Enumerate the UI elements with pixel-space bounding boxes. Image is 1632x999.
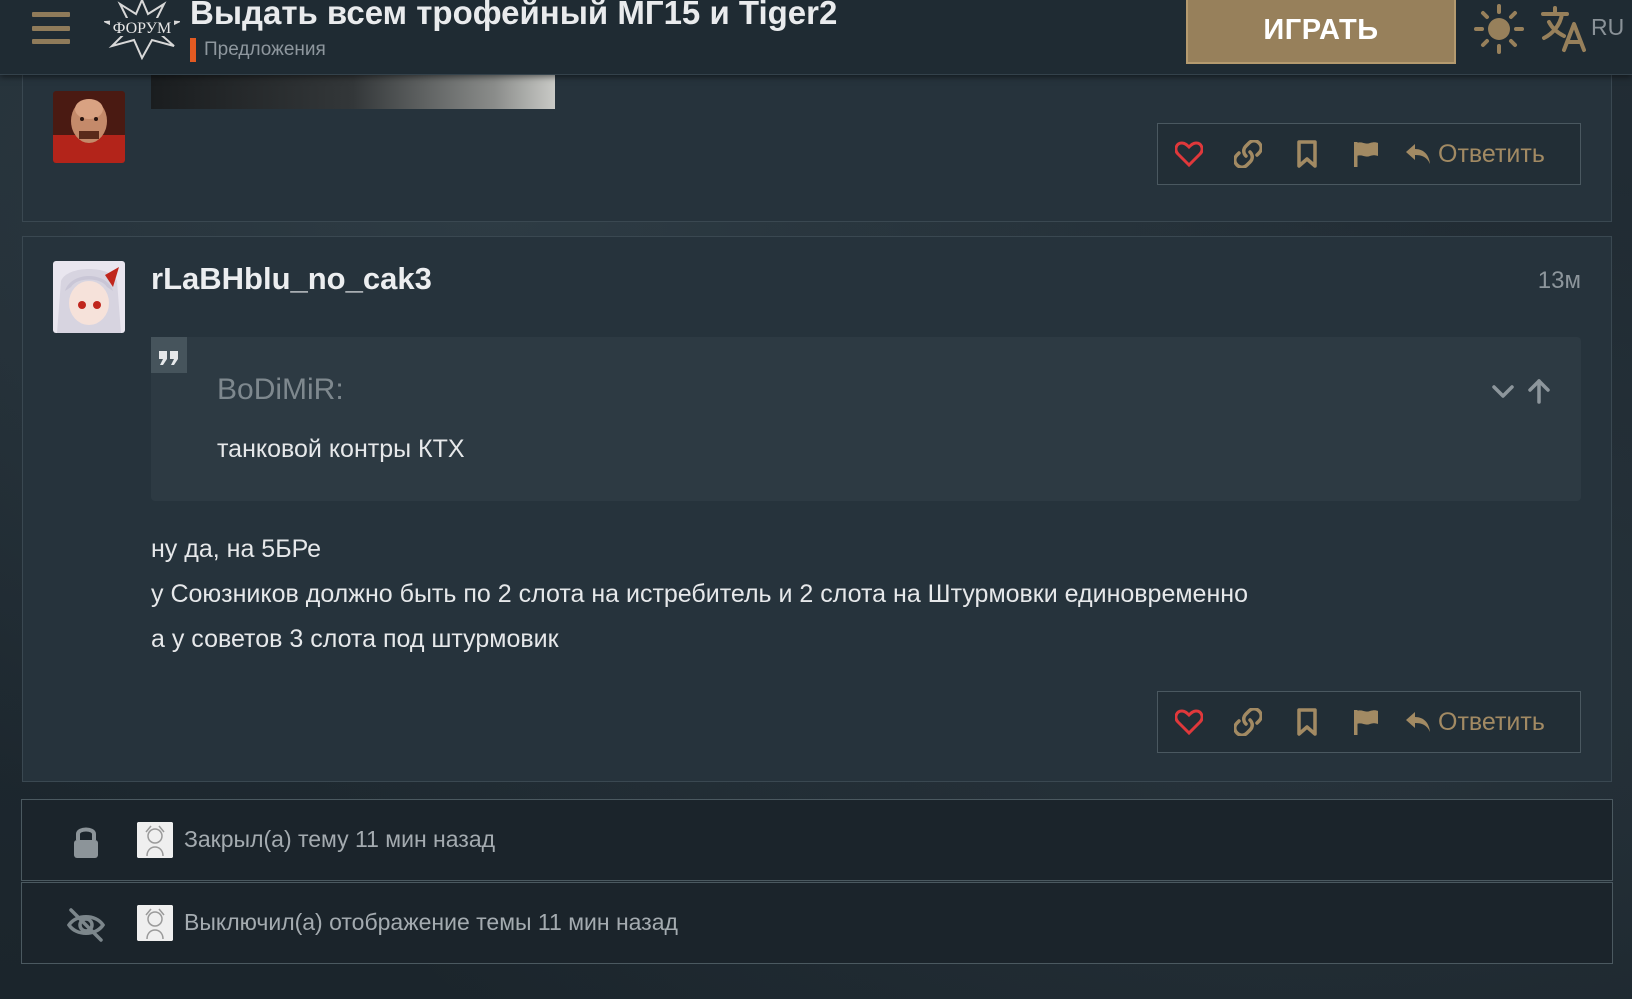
topic-event-row: Закрыл(а) тему 11 мин назад [21,799,1613,881]
flag-icon[interactable] [1349,137,1383,171]
topic-title: Выдать всем трофейный МГ15 и Tiger2 [190,0,838,31]
category-color-bar [190,38,196,62]
play-button[interactable]: ИГРАТЬ [1186,0,1456,64]
like-heart-icon[interactable] [1172,137,1206,171]
reply-arrow-icon [1406,144,1430,164]
reply-button[interactable]: Ответить [1404,708,1545,737]
like-heart-icon[interactable] [1172,705,1206,739]
reply-button[interactable]: Ответить [1404,140,1545,169]
eye-off-icon [66,908,106,942]
link-icon[interactable] [1231,137,1265,171]
sun-icon[interactable] [1474,4,1524,54]
topic-event-row: Выключил(а) отображение темы 11 мин наза… [21,882,1613,964]
post-body-line: ну да, на 5БРе [151,535,322,563]
link-icon[interactable] [1231,705,1265,739]
post-actions: Ответить [1157,123,1581,185]
forum-post: rLaBHblu_no_cak3 13м BoDiMiR: танковой к… [22,236,1612,782]
reply-label: Ответить [1438,707,1545,736]
post-actions: Ответить [1157,691,1581,753]
menu-icon[interactable] [32,12,70,44]
translate-icon[interactable] [1540,4,1588,54]
post-username[interactable]: rLaBHblu_no_cak3 [151,261,432,297]
language-label[interactable]: RU [1591,14,1624,41]
avatar[interactable] [137,905,173,941]
event-text: Выключил(а) отображение темы 11 мин наза… [184,909,678,935]
svg-text:ФОРУМ: ФОРУМ [113,20,171,37]
breadcrumb[interactable]: Предложения [190,38,326,62]
bookmark-icon[interactable] [1290,705,1324,739]
category-label[interactable]: Предложения [204,39,326,61]
reply-arrow-icon [1406,712,1430,732]
lock-icon [74,827,98,858]
top-header: ФОРУМ Выдать всем трофейный МГ15 и Tiger… [0,0,1632,75]
event-text: Закрыл(а) тему 11 мин назад [184,826,496,852]
avatar[interactable] [53,91,125,163]
quote-block: BoDiMiR: танковой контры КТХ [151,337,1581,501]
forum-logo[interactable]: ФОРУМ [104,0,180,60]
quote-text: танковой контры КТХ [217,435,465,463]
avatar[interactable] [137,822,173,858]
avatar[interactable] [53,261,125,333]
arrow-up-icon[interactable] [1523,375,1555,407]
chevron-down-icon[interactable] [1487,375,1519,407]
bookmark-icon[interactable] [1290,137,1324,171]
quote-author[interactable]: BoDiMiR: [217,373,344,407]
post-time[interactable]: 13м [1538,267,1581,295]
reply-label: Ответить [1438,139,1545,168]
quote-icon [151,337,187,373]
post-body-line: у Союзников должно быть по 2 слота на ис… [151,580,1248,608]
flag-icon[interactable] [1349,705,1383,739]
post-image[interactable] [151,75,555,109]
post-body-line: а у советов 3 слота под штурмовик [151,625,559,653]
quote-controls [1483,375,1555,407]
post-body: ну да, на 5БРе у Союзников должно быть п… [151,527,1248,662]
